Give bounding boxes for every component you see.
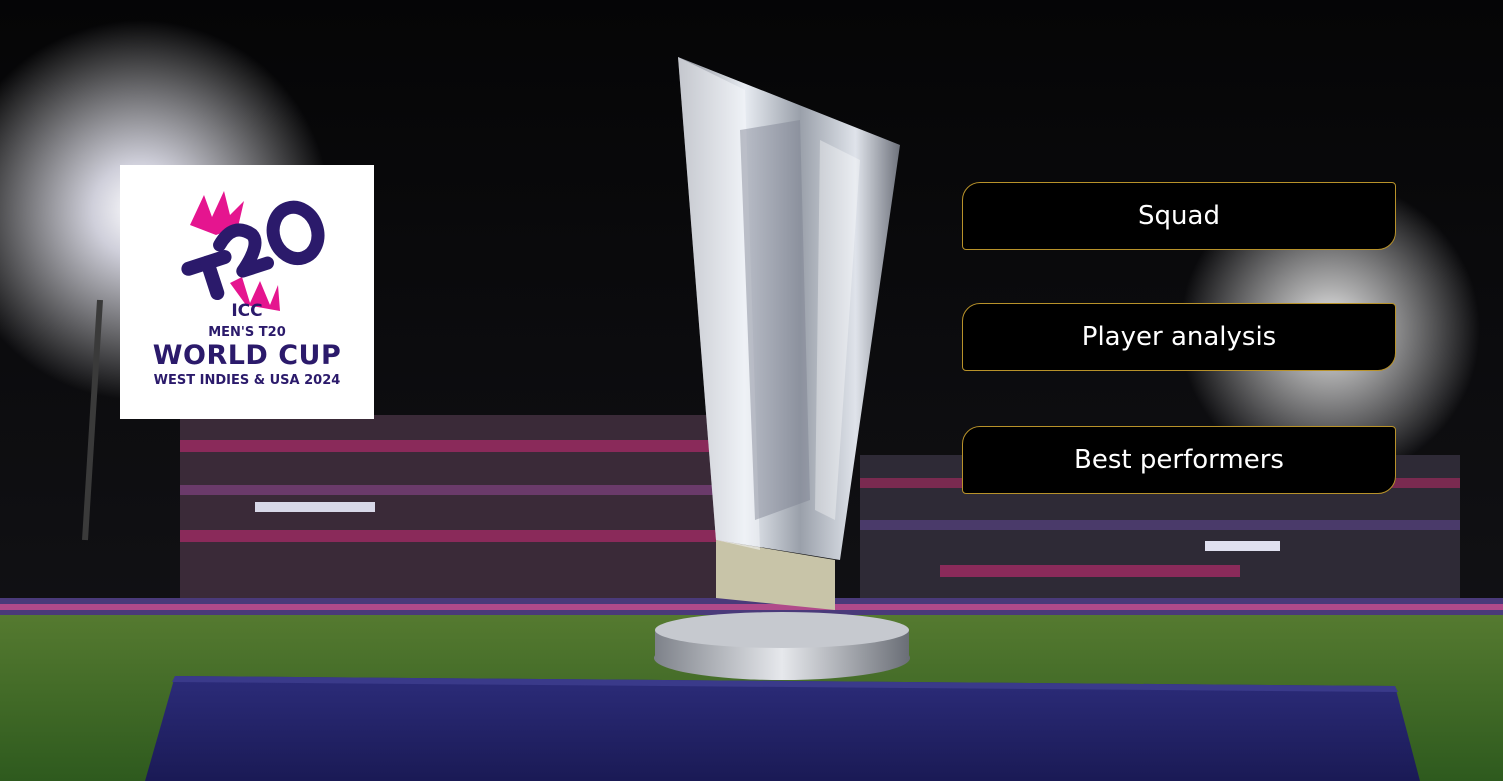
logo-icc-text: ICC xyxy=(231,301,263,321)
best-performers-button[interactable]: Best performers xyxy=(962,426,1396,494)
logo-venue-text: WEST INDIES & USA 2024 xyxy=(153,373,341,388)
logo-world-cup-text: WORLD CUP xyxy=(152,340,342,371)
squad-button-label: Squad xyxy=(1138,201,1220,231)
best-performers-button-label: Best performers xyxy=(1074,445,1284,475)
player-analysis-button-label: Player analysis xyxy=(1081,322,1277,352)
icc-t20-world-cup-logo: ICC MEN'S T20 WORLD CUP WEST INDIES & US… xyxy=(120,165,374,419)
logo-mens-text: MEN'S T20 xyxy=(208,325,286,340)
squad-button[interactable]: Squad xyxy=(962,182,1396,250)
player-analysis-button[interactable]: Player analysis xyxy=(962,303,1396,371)
